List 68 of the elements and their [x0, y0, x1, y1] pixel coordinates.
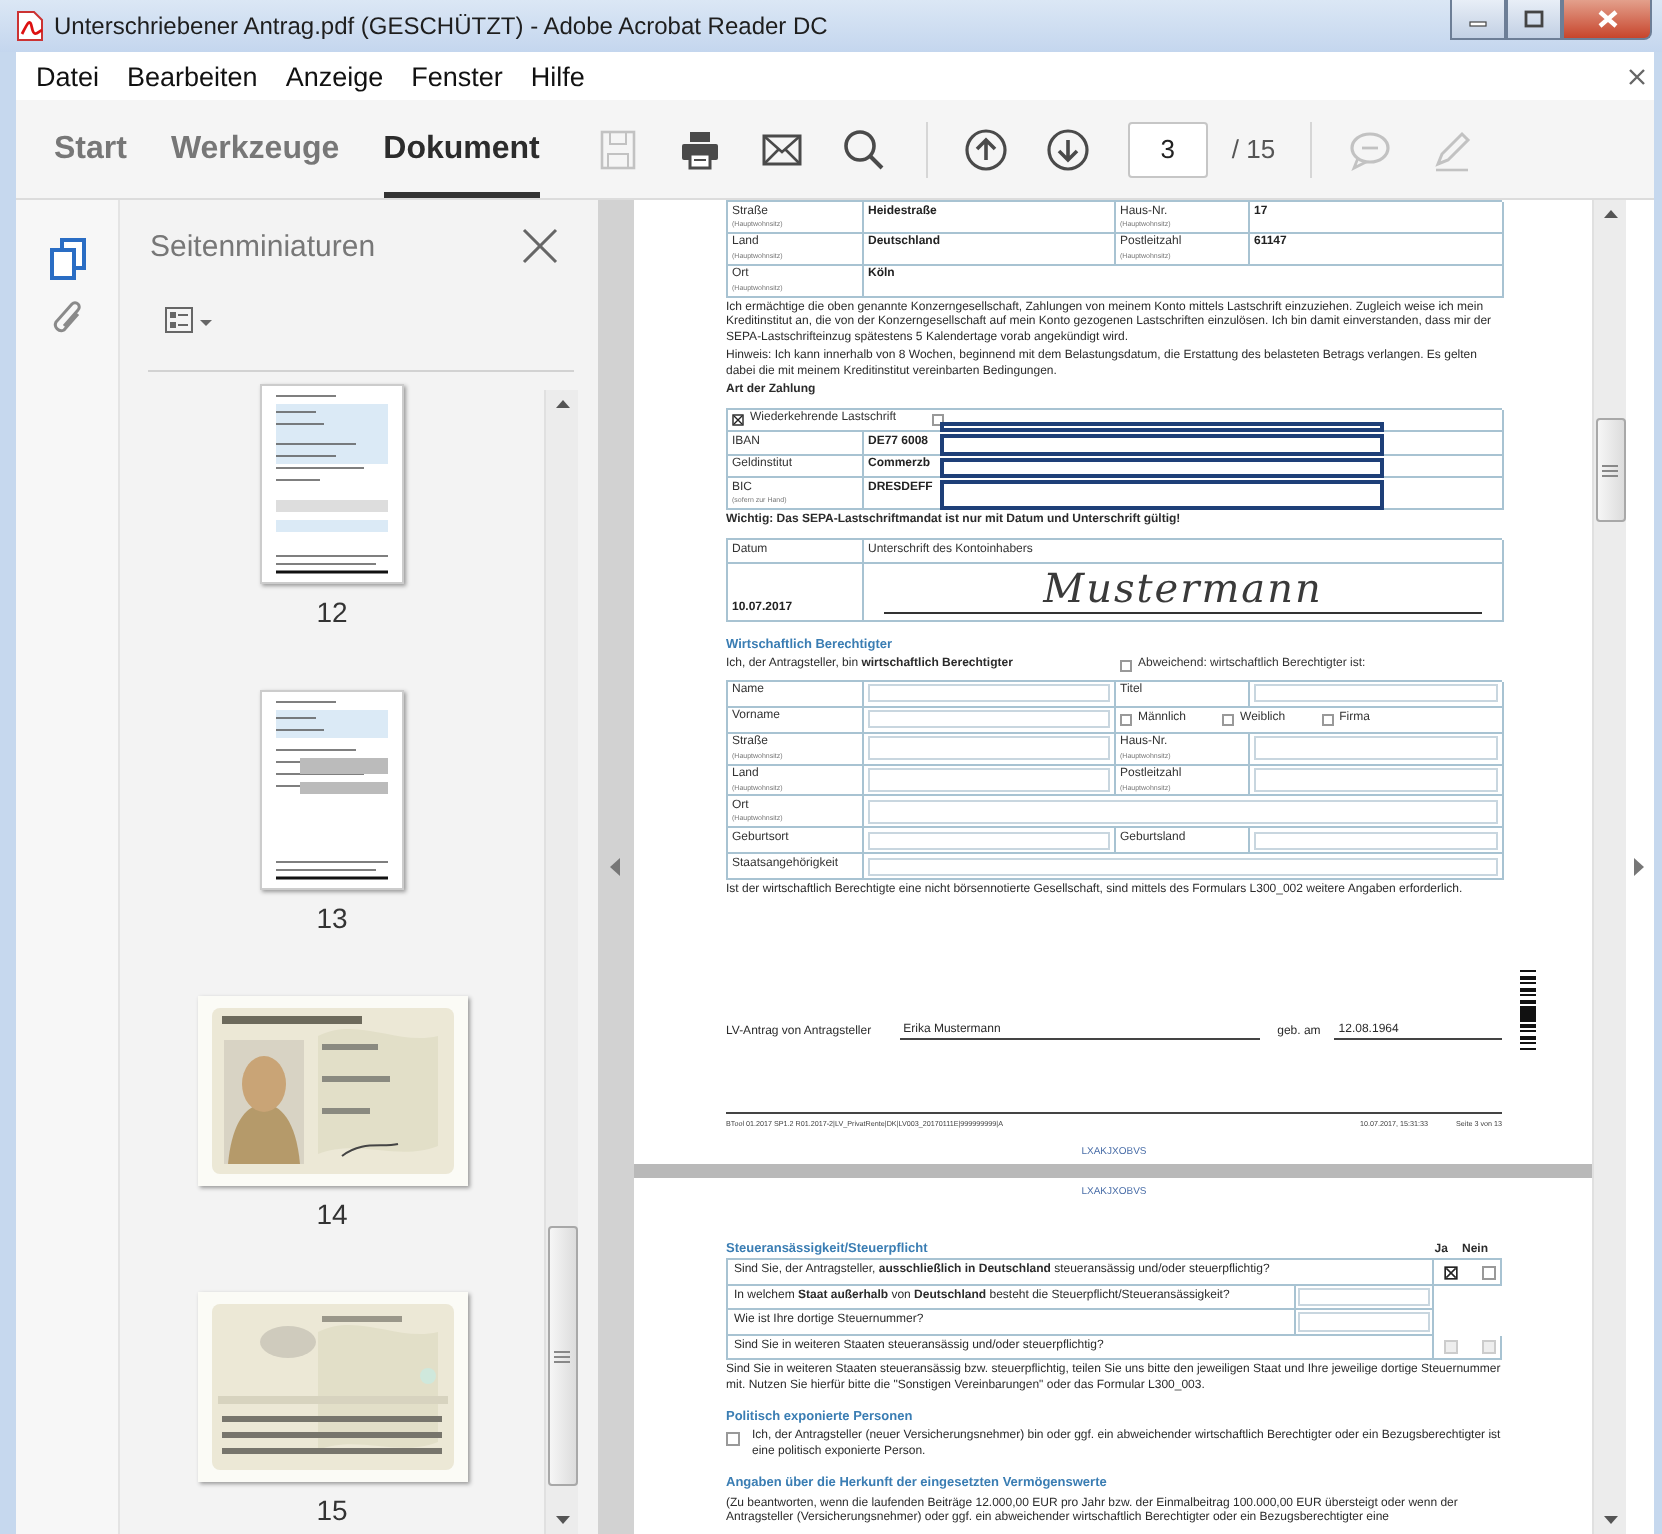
page-number-label: 15 [316, 1494, 348, 1526]
tab[interactable]: Start [54, 100, 127, 198]
menu-item[interactable]: Datei [36, 61, 100, 91]
list-icon [164, 304, 216, 336]
tab[interactable]: Werkzeuge [170, 100, 340, 198]
grip-icon [1602, 463, 1618, 477]
print-icon [677, 127, 722, 171]
signature: Mustermann [884, 564, 1482, 614]
input-field[interactable] [1254, 684, 1498, 703]
window-title: Unterschriebener Antrag.pdf (GESCHÜTZT) - Adobe Acrobat Reader DC [54, 12, 830, 40]
input-field[interactable] [868, 710, 1110, 729]
save-icon [595, 127, 640, 171]
input-field[interactable] [1298, 1312, 1430, 1332]
collapse-right-arrow[interactable] [1633, 858, 1645, 876]
cross-icon [1444, 1265, 1458, 1280]
input-field[interactable] [868, 736, 1110, 760]
page-thumbnail[interactable] [260, 690, 404, 890]
page-count-label: / 15 [1231, 134, 1276, 164]
menu-item[interactable]: Hilfe [530, 61, 585, 91]
maximize-icon [1524, 10, 1544, 28]
checkbox[interactable] [1222, 713, 1235, 726]
pen-icon [1429, 127, 1474, 171]
menu-item[interactable]: Anzeige [285, 61, 384, 91]
input-field[interactable] [1254, 768, 1498, 792]
checkbox[interactable] [732, 413, 744, 426]
maximize-button[interactable] [1506, 0, 1562, 40]
close-icon[interactable] [1628, 67, 1646, 85]
page-up-icon [963, 127, 1008, 171]
pages-icon[interactable] [47, 236, 87, 282]
menu-item[interactable]: Fenster [411, 61, 503, 91]
page-number-field[interactable]: 3 [1127, 121, 1208, 177]
checkbox[interactable] [1482, 1265, 1496, 1280]
checkbox[interactable] [932, 413, 945, 426]
checkbox[interactable] [1321, 713, 1334, 726]
page-down-icon [1045, 127, 1090, 171]
scrollbar[interactable] [1592, 200, 1626, 1534]
checkbox[interactable] [1120, 659, 1132, 672]
page-number-label: 12 [316, 596, 348, 628]
barcode [1520, 969, 1536, 1050]
minimize-button[interactable] [1450, 0, 1506, 40]
scroll-thumb[interactable] [1595, 418, 1625, 522]
checkbox[interactable] [1444, 1265, 1458, 1280]
pdf-icon [16, 10, 44, 42]
page-thumbnail[interactable] [260, 384, 404, 584]
close-icon[interactable] [522, 228, 558, 264]
menu-item[interactable]: Bearbeiten [127, 61, 258, 91]
input-field[interactable] [868, 799, 1498, 824]
panel-title: Seitenminiaturen [150, 229, 378, 263]
scroll-thumb[interactable] [547, 1226, 577, 1486]
comment-icon [1347, 127, 1392, 171]
input-field[interactable] [868, 857, 1498, 876]
input-field[interactable] [1254, 736, 1498, 760]
checkbox[interactable] [726, 1432, 740, 1447]
collapse-left-arrow[interactable] [610, 858, 622, 876]
checkbox[interactable] [1120, 713, 1132, 726]
input-field[interactable] [1254, 831, 1498, 850]
close-button[interactable] [1562, 0, 1652, 40]
page-number-label: 14 [316, 1198, 348, 1230]
scrollbar[interactable] [544, 390, 578, 1534]
close-icon [1597, 10, 1617, 28]
input-field[interactable] [1298, 1287, 1430, 1307]
input-field[interactable] [868, 831, 1110, 850]
input-field[interactable] [868, 684, 1110, 703]
cross-icon [732, 413, 744, 426]
input-field[interactable] [868, 768, 1110, 792]
search-icon [841, 127, 886, 171]
page-number-label: 13 [316, 902, 348, 934]
grip-icon [554, 1349, 570, 1363]
